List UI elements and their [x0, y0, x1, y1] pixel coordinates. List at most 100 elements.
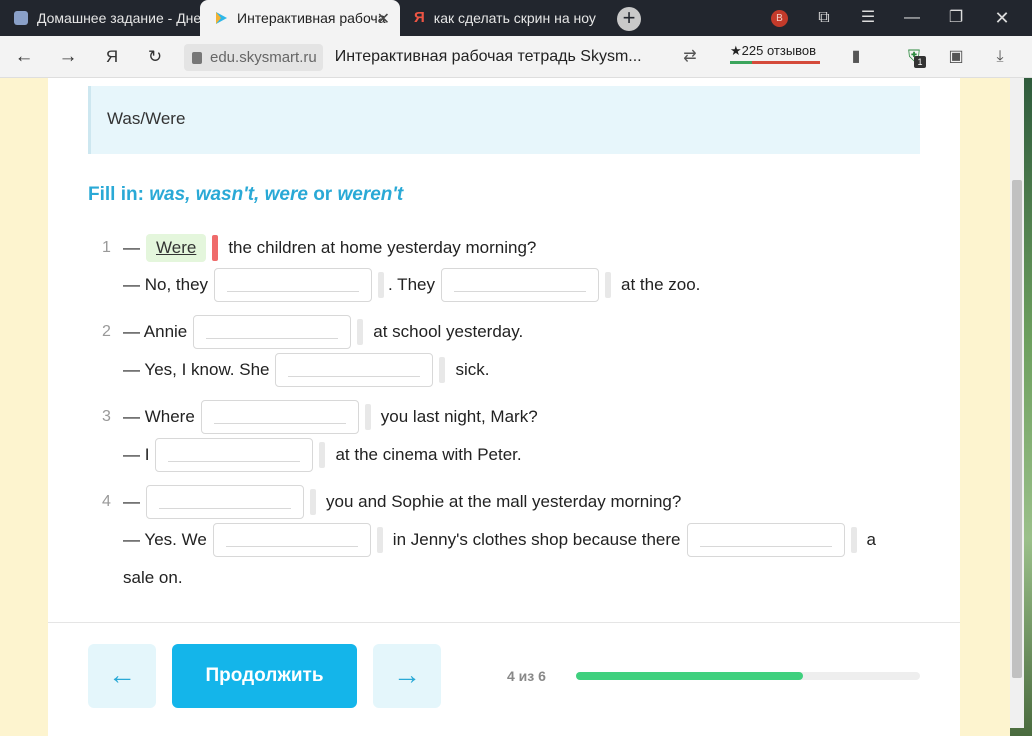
download-icon[interactable]: ⤓	[988, 45, 1012, 69]
answer-field-filled[interactable]: Were	[146, 234, 207, 262]
translate-icon[interactable]: ⇄	[678, 45, 702, 69]
progress-counter: 4 из 6	[507, 668, 546, 684]
instruction-prefix: Fill in:	[88, 184, 150, 205]
item-3-line-2: — I at the cinema with Peter.	[123, 438, 522, 472]
answer-input[interactable]	[275, 353, 434, 387]
sentence-text: a	[866, 530, 876, 549]
profile-badge[interactable]: B	[771, 10, 788, 27]
menu-icon[interactable]: ☰	[856, 6, 880, 30]
sentence-text: at the cinema with Peter.	[335, 445, 522, 464]
hand-icon	[14, 11, 28, 25]
page-title: Интерактивная рабочая тетрадь Skysm...	[334, 48, 642, 65]
sentence-text: —	[123, 492, 140, 511]
item-4-line-3: sale on.	[123, 562, 183, 594]
continue-button[interactable]: Продолжить	[172, 644, 357, 708]
footer-divider	[48, 622, 960, 623]
error-marker	[212, 235, 219, 261]
item-4-line-2: — Yes. We in Jenny's clothes shop becaus…	[123, 523, 876, 557]
back-icon[interactable]: ←	[12, 45, 36, 69]
sentence-text: the children at home yesterday morning?	[228, 238, 537, 257]
page-margin-left	[0, 78, 48, 736]
sentence-text: in Jenny's clothes shop because there	[392, 530, 681, 549]
item-2-line-1: — Annie at school yesterday.	[123, 315, 524, 349]
sentence-text: — Yes. We	[123, 530, 207, 549]
sentence-text: —	[123, 238, 140, 257]
answer-input[interactable]	[146, 485, 304, 519]
topic-title: Was/Were	[107, 109, 186, 128]
sentence-text: — Yes, I know. She	[123, 360, 270, 379]
answer-input[interactable]	[193, 315, 352, 349]
lock-icon	[192, 51, 202, 64]
item-3-line-1: — Where you last night, Mark?	[123, 400, 538, 434]
instruction-words: was, wasn't, were	[149, 184, 308, 205]
tab-title: как сделать скрин на ноу	[433, 10, 596, 26]
answer-marker	[364, 404, 371, 430]
answer-input[interactable]	[440, 268, 599, 302]
address-bar: ← → Я ↻ edu.skysmart.ru Интерактивная ра…	[0, 36, 1032, 78]
restore-icon[interactable]: ❐	[944, 6, 968, 30]
tab-title: Интерактивная рабоча	[237, 10, 386, 26]
sentence-text: — Annie	[123, 322, 188, 341]
sentence-text: at the zoo.	[620, 275, 701, 294]
answer-marker	[850, 527, 857, 553]
scrollbar-thumb[interactable]	[1012, 180, 1022, 678]
extension-badge: 1	[914, 56, 926, 68]
answer-marker	[319, 442, 326, 468]
sentence-text: you last night, Mark?	[380, 407, 538, 426]
bookmarks-icon[interactable]: ⧉	[812, 6, 836, 30]
rating-bar	[730, 61, 820, 64]
answer-input[interactable]	[212, 523, 371, 557]
instruction-or: or	[307, 184, 338, 205]
item-number: 3	[102, 408, 111, 425]
tab-search[interactable]: Я как сделать скрин на ноу	[400, 0, 605, 36]
next-button[interactable]: →	[373, 644, 441, 708]
answer-input[interactable]	[686, 523, 845, 557]
bookmark-icon[interactable]: ▮	[844, 45, 868, 69]
progress-fill	[576, 672, 804, 680]
answer-marker	[439, 357, 446, 383]
sentence-text: — I	[123, 445, 150, 464]
instruction: Fill in: was, wasn't, were or weren't	[88, 184, 403, 206]
reload-icon[interactable]: ↻	[143, 45, 167, 69]
sentence-text: sale on.	[123, 568, 183, 587]
yandex-home-icon[interactable]: Я	[100, 45, 124, 69]
answer-input[interactable]	[214, 268, 373, 302]
item-2-line-2: — Yes, I know. She sick.	[123, 353, 490, 387]
sentence-text: you and Sophie at the mall yesterday mor…	[326, 492, 682, 511]
sentence-text: — Where	[123, 407, 195, 426]
topic-banner: Was/Were	[88, 86, 920, 154]
close-window-icon[interactable]: ✕	[990, 6, 1014, 30]
sentence-text: . They	[388, 275, 435, 294]
yandex-icon: Я	[414, 9, 425, 26]
answer-marker	[357, 319, 364, 345]
sentence-text: — No, they	[123, 275, 209, 294]
answer-marker	[310, 489, 316, 515]
forward-icon[interactable]: →	[56, 45, 80, 69]
answer-marker	[376, 527, 383, 553]
tab-workbook[interactable]: Интерактивная рабоча ✕	[200, 0, 400, 36]
item-1-line-2: — No, they . They at the zoo.	[123, 268, 701, 302]
close-tab-icon[interactable]: ✕	[377, 9, 390, 29]
answer-input[interactable]	[155, 438, 314, 472]
reviews-button[interactable]: ★225 отзывов	[730, 43, 820, 64]
minimize-icon[interactable]: —	[900, 6, 924, 30]
new-tab-button[interactable]: +	[617, 7, 641, 31]
item-number: 4	[102, 493, 111, 510]
extension-icon[interactable]: ▣	[944, 45, 968, 69]
instruction-word-last: weren't	[337, 184, 404, 205]
sentence-text: at school yesterday.	[373, 322, 524, 341]
tab-title: Домашнее задание - Дне	[37, 10, 200, 26]
answer-marker	[604, 272, 611, 298]
domain-chip[interactable]: edu.skysmart.ru	[184, 43, 323, 71]
tab-homework[interactable]: Домашнее задание - Дне	[0, 0, 200, 36]
item-number: 2	[102, 323, 111, 340]
url-field[interactable]: edu.skysmart.ru Интерактивная рабочая те…	[184, 42, 712, 72]
answer-input[interactable]	[200, 400, 359, 434]
sentence-text: sick.	[455, 360, 490, 379]
item-1-line-1: — Were the children at home yesterday mo…	[123, 232, 536, 264]
item-number: 1	[102, 239, 111, 256]
progress-bar	[576, 672, 920, 680]
domain-text: edu.skysmart.ru	[210, 48, 317, 66]
prev-button[interactable]: ←	[88, 644, 156, 708]
tab-bar: Домашнее задание - Дне Интерактивная раб…	[0, 0, 1032, 36]
